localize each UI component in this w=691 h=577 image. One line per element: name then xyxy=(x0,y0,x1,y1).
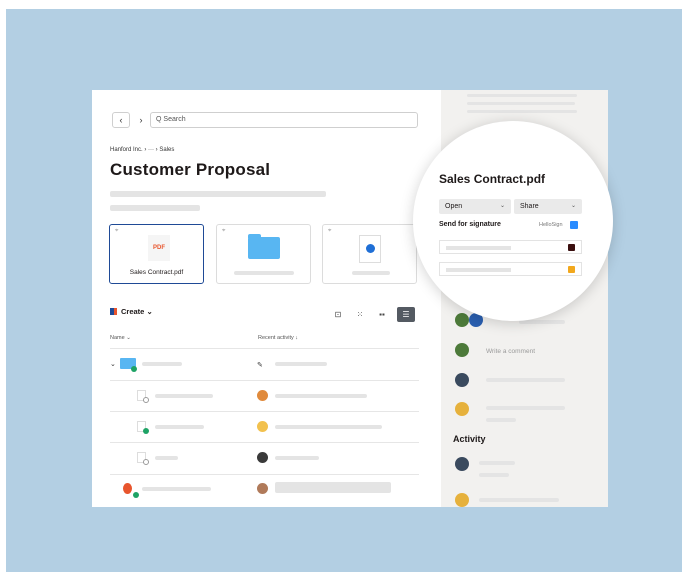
forward-button[interactable]: › xyxy=(132,112,150,128)
edit-icon: ✎ xyxy=(257,362,263,369)
app-integration-row[interactable] xyxy=(439,262,582,276)
avatar xyxy=(455,493,469,507)
chevron-right-icon: › xyxy=(139,115,143,125)
pdf-file-icon: PDF xyxy=(148,235,170,261)
list-icon: ☰ xyxy=(402,310,410,319)
small-grid-icon: ⁙ xyxy=(356,310,364,319)
large-grid-view-button[interactable]: ▪▪ xyxy=(373,307,391,322)
app-icon xyxy=(568,244,575,251)
magnified-details-panel: Sales Contract.pdf Open ⌄ Share ⌄ Send for… xyxy=(413,121,613,321)
create-button[interactable]: Create ⌄ xyxy=(110,307,153,316)
avatar xyxy=(455,373,469,387)
expand-chevron-icon[interactable]: ⌄ xyxy=(110,360,116,368)
pin-icon: ⌖ xyxy=(328,228,332,234)
share-label: Share xyxy=(520,203,539,210)
file-tile-pdf[interactable]: ⌖ PDF Sales Contract.pdf xyxy=(109,224,204,284)
chevron-down-icon: ⌄ xyxy=(146,307,153,316)
open-dropdown[interactable]: Open ⌄ xyxy=(439,199,511,214)
page-title: Customer Proposal xyxy=(110,160,271,179)
search-placeholder: Search xyxy=(163,116,186,123)
large-grid-icon: ▪▪ xyxy=(379,310,385,319)
avatar xyxy=(257,483,268,494)
list-view-button[interactable]: ☰ xyxy=(397,307,415,322)
pin-icon: ⌖ xyxy=(115,228,119,234)
chevron-down-icon: ⌄ xyxy=(499,203,505,209)
file-tile-folder[interactable]: ⌖ xyxy=(216,224,311,284)
upload-view-button[interactable]: ⊡ xyxy=(329,307,347,322)
share-dropdown[interactable]: Share ⌄ xyxy=(514,199,582,214)
description-placeholder xyxy=(110,191,326,197)
synced-icon xyxy=(133,492,139,498)
search-icon: Q xyxy=(156,116,162,123)
send-for-signature-button[interactable]: Send for signature xyxy=(439,221,501,228)
file-tile-label: Sales Contract.pdf xyxy=(129,269,184,276)
pending-icon xyxy=(143,397,149,403)
create-icon xyxy=(110,308,117,315)
create-label: Create xyxy=(121,307,145,316)
table-row[interactable] xyxy=(142,362,182,366)
pin-icon: ⌖ xyxy=(222,228,226,234)
description-placeholder xyxy=(110,205,200,211)
chevron-down-icon: ⌄ xyxy=(570,203,576,209)
app-icon xyxy=(568,266,575,273)
avatar xyxy=(257,452,268,463)
open-label: Open xyxy=(445,203,463,210)
avatar xyxy=(455,457,469,471)
avatar xyxy=(455,313,469,327)
avatar xyxy=(455,343,469,357)
table-row[interactable] xyxy=(155,425,204,429)
file-title: Sales Contract.pdf xyxy=(439,172,546,186)
avatar xyxy=(455,402,469,416)
grid-view-button[interactable]: ⁙ xyxy=(351,307,369,322)
comment-input[interactable]: Write a comment xyxy=(486,348,535,355)
column-header-name[interactable]: Name ⌄ xyxy=(110,335,131,341)
table-row[interactable] xyxy=(155,456,178,460)
search-input[interactable]: Q Search xyxy=(150,112,418,128)
hellosign-icon xyxy=(570,221,578,229)
upload-icon: ⊡ xyxy=(334,310,342,319)
back-button[interactable]: ‹ xyxy=(112,112,130,128)
synced-icon xyxy=(131,366,137,372)
breadcrumb[interactable]: Hanford Inc. › ··· › Sales xyxy=(110,147,174,153)
pending-icon xyxy=(143,459,149,465)
column-header-recent-activity[interactable]: Recent activity ↓ xyxy=(258,335,298,341)
table-row[interactable] xyxy=(155,394,213,398)
folder-icon xyxy=(248,234,280,259)
avatar xyxy=(257,421,268,432)
chevron-left-icon: ‹ xyxy=(119,115,123,125)
hellosign-label: HelloSign xyxy=(539,222,563,228)
web-link-file-icon xyxy=(359,235,381,263)
file-tile-link[interactable]: ⌖ xyxy=(322,224,417,284)
presentation-file-icon xyxy=(123,483,132,494)
globe-icon xyxy=(366,244,375,253)
avatar xyxy=(257,390,268,401)
synced-icon xyxy=(143,428,149,434)
app-integration-row[interactable] xyxy=(439,240,582,254)
activity-heading: Activity xyxy=(453,434,486,444)
table-row[interactable] xyxy=(142,487,211,491)
